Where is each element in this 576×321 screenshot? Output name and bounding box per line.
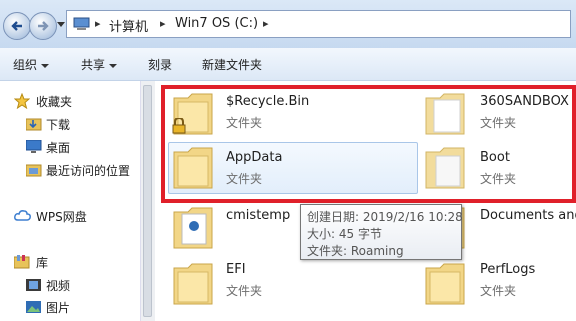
star-icon: [14, 93, 30, 109]
file-name: Documents and: [480, 208, 576, 223]
nav-wps-cloud[interactable]: WPS网盘: [36, 208, 87, 225]
share-label: 共享: [81, 58, 106, 72]
videos-icon: [26, 279, 41, 291]
new-folder-button[interactable]: 新建文件夹: [202, 56, 262, 73]
file-item-perflogs[interactable]: PerfLogs 文件夹: [422, 258, 576, 310]
navigation-bar: ▸ 计算机 ▸ Win7 OS (C:) ▸: [0, 0, 576, 48]
address-bar[interactable]: ▸ 计算机 ▸ Win7 OS (C:) ▸: [66, 10, 571, 38]
navigation-pane: 收藏夹 下载 桌面 最近访问的位置 WPS网盘 库 视频 图片: [0, 81, 140, 321]
library-icon: [14, 255, 30, 269]
navigation-pane-scrollbar[interactable]: [140, 81, 155, 321]
back-arrow-icon: [11, 21, 22, 31]
computer-icon: [73, 17, 90, 30]
file-type: 文件夹: [480, 284, 517, 298]
chevron-down-icon: [109, 63, 118, 68]
file-item-efi[interactable]: EFI 文件夹: [170, 258, 300, 310]
recent-places-icon: [26, 164, 42, 177]
breadcrumb-separator-icon[interactable]: ▸: [95, 17, 101, 30]
nav-libraries[interactable]: 库: [36, 254, 48, 271]
file-name: EFI: [226, 262, 246, 277]
nav-pictures[interactable]: 图片: [46, 299, 70, 316]
tooltip-created-date: 创建日期: 2019/2/16 10:28: [307, 210, 463, 224]
tooltip-folder: 文件夹: Roaming: [307, 244, 404, 258]
breadcrumb-computer[interactable]: 计算机: [109, 16, 148, 35]
nav-desktop[interactable]: 桌面: [46, 139, 70, 156]
burn-button[interactable]: 刻录: [148, 56, 172, 73]
file-name: cmistemp: [226, 208, 291, 223]
nav-recent-places[interactable]: 最近访问的位置: [46, 162, 130, 179]
folder-icon: [173, 263, 213, 305]
organize-button[interactable]: 组织: [13, 56, 50, 73]
annotation-highlight-box: [161, 85, 576, 203]
organize-label: 组织: [13, 58, 38, 72]
pictures-icon: [26, 301, 41, 313]
forward-arrow-icon: [38, 21, 49, 31]
file-name: PerfLogs: [480, 262, 536, 277]
forward-button[interactable]: [29, 12, 57, 40]
recent-pages-chevron-down-icon[interactable]: [57, 20, 65, 28]
folder-icon: [173, 207, 213, 249]
chevron-down-icon: [41, 63, 50, 68]
folder-icon: [425, 263, 465, 305]
folder-info-tooltip: 创建日期: 2019/2/16 10:28 大小: 45 字节 文件夹: Roa…: [300, 204, 463, 260]
cloud-icon: [14, 210, 31, 221]
breadcrumb-separator-icon[interactable]: ▸: [160, 17, 166, 30]
desktop-icon: [26, 140, 42, 153]
nav-downloads[interactable]: 下载: [46, 116, 70, 133]
file-item-cmistemp[interactable]: cmistemp: [170, 202, 300, 254]
nav-videos[interactable]: 视频: [46, 277, 70, 294]
file-type: 文件夹: [226, 284, 263, 298]
back-button[interactable]: [3, 12, 31, 40]
share-button[interactable]: 共享: [81, 56, 118, 73]
downloads-folder-icon: [26, 118, 42, 131]
breadcrumb-drive[interactable]: Win7 OS (C:): [175, 16, 258, 31]
nav-favorites[interactable]: 收藏夹: [36, 93, 72, 110]
command-toolbar: 组织 共享 刻录 新建文件夹: [0, 48, 576, 81]
scrollbar-thumb[interactable]: [143, 85, 152, 317]
breadcrumb-separator-icon[interactable]: ▸: [263, 17, 269, 30]
tooltip-size: 大小: 45 字节: [307, 227, 382, 241]
